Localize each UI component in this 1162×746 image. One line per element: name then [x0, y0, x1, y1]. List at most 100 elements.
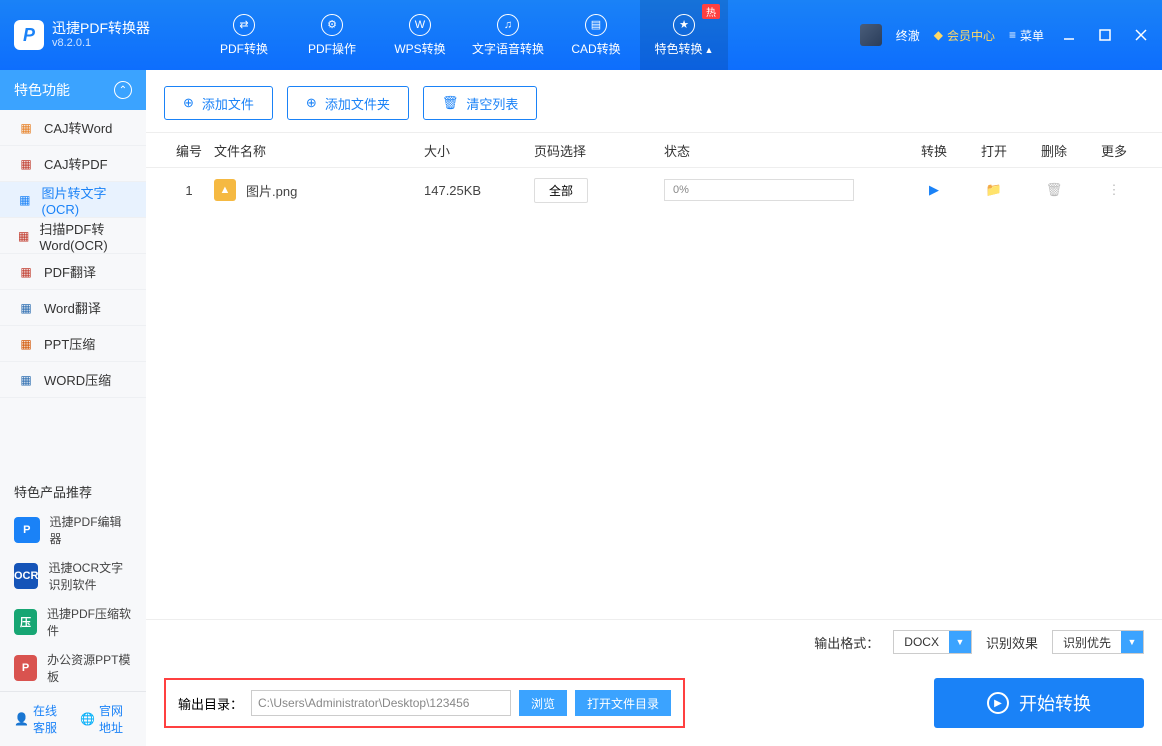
hot-badge: 热	[702, 4, 720, 19]
browse-button[interactable]: 浏览	[519, 690, 567, 716]
sidebar-item-0[interactable]: ▦CAJ转Word	[0, 110, 146, 146]
progress-bar: 0%	[664, 179, 854, 201]
promo-item-0[interactable]: P 迅捷PDF编辑器	[0, 507, 146, 553]
sidebar-item-label: 扫描PDF转Word(OCR)	[39, 219, 128, 253]
table-row: 1 ▲图片.png 147.25KB 全部 0% ▶ 📁 🗑 ⋮	[146, 168, 1162, 212]
close-button[interactable]	[1130, 24, 1152, 46]
file-name: 图片.png	[246, 181, 297, 200]
sidebar-item-4[interactable]: ▦ PDF翻译	[0, 254, 146, 290]
output-format-select[interactable]: DOCX ▼	[893, 630, 972, 654]
sidebar-item-label: PDF翻译	[44, 262, 96, 281]
toolbar: ⊕添加文件 ⊕添加文件夹 🗑清空列表	[146, 70, 1162, 132]
tab-3[interactable]: ♫文字语音转换	[464, 0, 552, 70]
tab-label: 特色转换▲	[655, 40, 714, 57]
table-header: 编号 文件名称 大小 页码选择 状态 转换 打开 删除 更多	[146, 132, 1162, 168]
col-status-header: 状态	[664, 141, 904, 160]
tab-icon: ⚙	[321, 14, 343, 36]
sidebar: 特色功能 ⌃ ▦CAJ转Word▦CAJ转PDF▦图片转文字(OCR)▦扫描PD…	[0, 70, 146, 746]
file-size: 147.25KB	[424, 183, 534, 198]
tab-5[interactable]: 热 ★ 特色转换▲	[640, 0, 728, 70]
more-button[interactable]: ⋮	[1108, 182, 1121, 197]
bottom-bar: 输出目录： 浏览 打开文件目录 ▶ 开始转换	[146, 664, 1162, 746]
sidebar-item-label: Word翻译	[44, 298, 101, 317]
promo-icon: P	[14, 517, 40, 543]
col-name-header: 文件名称	[214, 141, 424, 160]
tab-4[interactable]: ▤CAD转换	[552, 0, 640, 70]
chevron-up-icon: ▲	[705, 45, 714, 55]
sidebar-item-label: CAJ转Word	[44, 118, 112, 137]
user-name[interactable]: 终澈	[896, 27, 920, 44]
doc-icon: ▦	[18, 228, 29, 244]
tab-icon: ★	[673, 14, 695, 36]
promo-item-2[interactable]: 压迅捷PDF压缩软件	[0, 599, 146, 645]
doc-icon: ▦	[18, 372, 34, 388]
recognition-effect-label: 识别效果	[986, 633, 1038, 652]
tab-1[interactable]: ⚙PDF操作	[288, 0, 376, 70]
customer-service-link[interactable]: 👤在线客服	[14, 702, 66, 736]
delete-button[interactable]: 🗑	[1046, 182, 1063, 197]
output-dir-input[interactable]	[251, 690, 511, 716]
maximize-button[interactable]	[1094, 24, 1116, 46]
minimize-icon	[1062, 28, 1076, 42]
promo-item-1[interactable]: OCR迅捷OCR文字识别软件	[0, 553, 146, 599]
chevron-down-icon: ▼	[1121, 631, 1143, 653]
promo-icon: OCR	[14, 563, 38, 589]
col-open-header: 打开	[964, 141, 1024, 160]
doc-icon: ▦	[18, 264, 34, 280]
promo-label: 迅捷PDF编辑器	[50, 513, 132, 547]
sidebar-item-7[interactable]: ▦ WORD压缩	[0, 362, 146, 398]
promo-item-3[interactable]: P 办公资源PPT模板	[0, 645, 146, 691]
collapse-button[interactable]: ⌃	[114, 81, 132, 99]
sidebar-item-1[interactable]: ▦CAJ转PDF	[0, 146, 146, 182]
window-controls: 终澈 ◆ 会员中心 ≡ 菜单	[860, 0, 1162, 70]
sidebar-item-label: WORD压缩	[44, 370, 111, 389]
col-more-header: 更多	[1084, 141, 1144, 160]
close-icon	[1134, 28, 1148, 42]
doc-icon: ▦	[18, 192, 32, 208]
tab-label: WPS转换	[394, 40, 445, 57]
app-logo-icon: P	[14, 20, 44, 50]
output-directory-box: 输出目录： 浏览 打开文件目录	[164, 678, 685, 728]
app-title: 迅捷PDF转换器	[52, 20, 150, 37]
tab-2[interactable]: W WPS转换	[376, 0, 464, 70]
open-dir-button[interactable]: 打开文件目录	[575, 690, 671, 716]
promo-label: 迅捷PDF压缩软件	[47, 605, 132, 639]
trash-icon: 🗑	[442, 95, 459, 111]
app-version: v8.2.0.1	[52, 37, 150, 50]
clear-list-button[interactable]: 🗑清空列表	[423, 86, 538, 120]
sidebar-header: 特色功能 ⌃	[0, 70, 146, 110]
tab-0[interactable]: ⇄PDF转换	[200, 0, 288, 70]
sidebar-item-6[interactable]: ▦PPT压缩	[0, 326, 146, 362]
menu-button[interactable]: ≡ 菜单	[1009, 27, 1044, 44]
tab-icon: ⇄	[233, 14, 255, 36]
output-format-label: 输出格式：	[814, 633, 879, 652]
page-select-button[interactable]: 全部	[534, 178, 588, 203]
app-logo-block: P 迅捷PDF转换器 v8.2.0.1	[0, 0, 200, 70]
promo-icon: P	[14, 655, 37, 681]
sidebar-item-5[interactable]: ▦Word翻译	[0, 290, 146, 326]
official-site-link[interactable]: 🌐官网地址	[80, 702, 132, 736]
folder-add-icon: ⊕	[306, 95, 317, 111]
col-convert-header: 转换	[904, 141, 964, 160]
chevron-down-icon: ▼	[949, 631, 971, 653]
promo-icon: 压	[14, 609, 37, 635]
start-convert-button[interactable]: ▶ 开始转换	[934, 678, 1144, 728]
sidebar-footer: 👤在线客服 🌐官网地址	[0, 691, 146, 746]
vip-center-link[interactable]: ◆ 会员中心	[934, 27, 995, 44]
avatar[interactable]	[860, 24, 882, 46]
add-file-button[interactable]: ⊕添加文件	[164, 86, 273, 120]
open-folder-button[interactable]: 📁	[986, 182, 1002, 197]
recognition-effect-select[interactable]: 识别优先 ▼	[1052, 630, 1144, 654]
convert-button[interactable]: ▶	[929, 182, 939, 197]
sidebar-item-3[interactable]: ▦ 扫描PDF转Word(OCR)	[0, 218, 146, 254]
main-panel: ⊕添加文件 ⊕添加文件夹 🗑清空列表 编号 文件名称 大小 页码选择 状态 转换…	[146, 70, 1162, 746]
tab-icon: W	[409, 14, 431, 36]
row-num: 1	[164, 183, 214, 198]
tab-label: CAD转换	[571, 40, 620, 57]
add-folder-button[interactable]: ⊕添加文件夹	[287, 86, 409, 120]
sidebar-item-label: CAJ转PDF	[44, 154, 108, 173]
sidebar-item-2[interactable]: ▦图片转文字(OCR)	[0, 182, 146, 218]
main-tabs: ⇄PDF转换⚙PDF操作 W WPS转换 ♫文字语音转换▤CAD转换 热 ★ 特色转换▲	[200, 0, 860, 70]
promo-label: 办公资源PPT模板	[47, 651, 132, 685]
minimize-button[interactable]	[1058, 24, 1080, 46]
